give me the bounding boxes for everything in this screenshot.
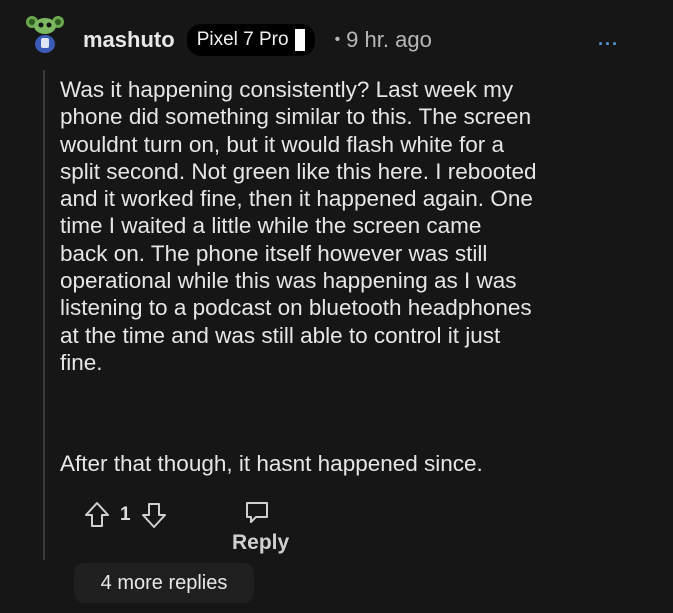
user-flair: Pixel 7 Pro — [186, 24, 315, 56]
arrow-down-icon — [141, 503, 166, 528]
comment-body-paragraph-2: After that though, it hasnt happened sin… — [60, 451, 483, 476]
meta-separator: • — [334, 31, 341, 48]
upvote-button[interactable] — [84, 501, 110, 529]
user-avatar[interactable] — [24, 12, 66, 56]
more-options-button[interactable]: ··· — [598, 34, 619, 55]
comment-meta: • 9 hr. ago — [335, 27, 432, 53]
vote-count: 1 — [120, 504, 131, 525]
flair-text: Pixel 7 Pro — [196, 29, 289, 50]
more-replies-button[interactable]: 4 more replies — [74, 563, 254, 603]
reply-icon-button[interactable] — [244, 500, 270, 526]
username[interactable]: mashuto — [83, 27, 175, 53]
snoo-avatar-icon — [26, 16, 64, 53]
arrow-up-icon — [85, 502, 109, 527]
timestamp: 9 hr. ago — [346, 27, 432, 52]
comment-thread: mashuto Pixel 7 Pro • 9 hr. ago ··· Was … — [0, 0, 673, 613]
comment-body-paragraph-1: Was it happening consistently? Last week… — [60, 77, 537, 375]
more-horizontal-icon: ··· — [598, 34, 619, 54]
thread-line[interactable] — [43, 70, 45, 560]
more-replies-label: 4 more replies — [100, 571, 228, 594]
flair-phone-icon — [294, 29, 305, 51]
reply-button[interactable]: Reply — [232, 531, 289, 555]
comment-bubble-icon — [246, 502, 268, 523]
comment-header: mashuto Pixel 7 Pro • 9 hr. ago — [83, 22, 432, 58]
downvote-button[interactable] — [141, 501, 167, 529]
vote-controls: 1 — [84, 500, 167, 530]
